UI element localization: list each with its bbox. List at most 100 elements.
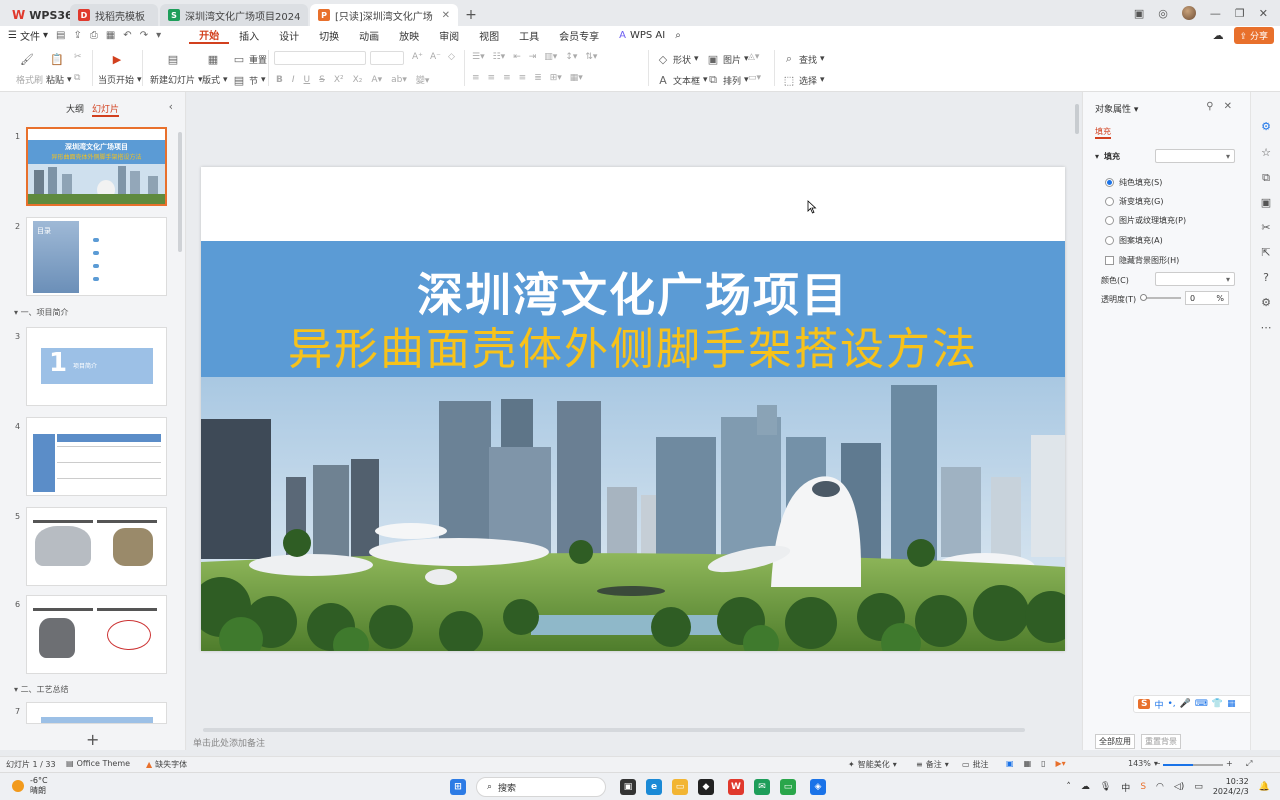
slide-thumbnail-3[interactable]: 1 项目简介 (26, 327, 167, 406)
add-slide-button[interactable]: + (86, 730, 99, 749)
panel-title[interactable]: 对象属性 ▾ (1095, 102, 1138, 115)
canvas-horizontal-scrollbar[interactable] (203, 728, 1025, 732)
pattern-fill-option[interactable]: 图案填充(A) (1105, 235, 1163, 246)
wps365-home-tab[interactable]: W WPS365 (0, 4, 80, 26)
cloud-icon[interactable]: ☁ (1081, 782, 1090, 792)
weather-widget[interactable]: -6°C 晴朗 (12, 776, 48, 796)
properties-icon[interactable]: ⚙ (1259, 120, 1273, 134)
image-icon[interactable]: ▣ (1259, 196, 1273, 210)
ime-chinese-icon[interactable]: 中 (1154, 698, 1163, 711)
font-shrink-icon[interactable]: A⁻ (430, 52, 441, 62)
columns-icon[interactable]: ▥▾ (544, 52, 557, 62)
battery-icon[interactable]: ▭ (1194, 782, 1203, 792)
current-slide[interactable]: 深圳湾文化广场项目 异形曲面壳体外侧脚手架搭设方法 (201, 167, 1065, 651)
outline-color-icon[interactable]: ▭▾ (748, 73, 761, 83)
bullet-list-icon[interactable]: ☰▾ (472, 52, 485, 62)
section-button[interactable]: ▤ 节 ▾ (232, 73, 266, 87)
hide-background-checkbox[interactable]: 隐藏背景图形(H) (1105, 255, 1179, 266)
panel-scrollbar[interactable] (178, 132, 182, 252)
canvas-vertical-scrollbar[interactable] (1075, 104, 1079, 134)
minimize-icon[interactable]: — (1210, 7, 1221, 20)
char-spacing-icon[interactable]: 變▾ (416, 73, 430, 86)
close-icon[interactable]: ✕ (1224, 101, 1232, 112)
fill-type-select[interactable]: ▾ (1155, 149, 1235, 163)
tab-review[interactable]: 审阅 (429, 26, 469, 44)
subscript-icon[interactable]: X₂ (353, 75, 363, 85)
color-picker[interactable]: ▾ (1155, 272, 1235, 286)
print-preview-icon[interactable]: ▦ (106, 30, 115, 41)
section-header[interactable]: ▾ 一、项目简介 (14, 307, 69, 318)
slide-subtitle[interactable]: 异形曲面壳体外侧脚手架搭设方法 (201, 313, 1065, 377)
slide-thumbnail-6[interactable] (26, 595, 167, 674)
slide-thumbnail-2[interactable]: 目录 (26, 217, 167, 296)
play-icon[interactable]: ▶ (110, 52, 124, 66)
copy-icon[interactable]: ⧉ (1259, 171, 1273, 185)
apply-all-button[interactable]: 全部应用 (1095, 734, 1135, 749)
more-icon[interactable]: ⋯ (1259, 321, 1273, 335)
font-name-select[interactable] (274, 51, 366, 65)
save-icon[interactable]: ▤ (56, 30, 65, 41)
tab-member[interactable]: 会员专享 (549, 26, 609, 44)
notification-icon[interactable]: 🔔 (1259, 782, 1270, 792)
tab-slides[interactable]: 幻灯片 (92, 102, 120, 117)
line-spacing-icon[interactable]: ↕▾ (565, 52, 577, 62)
indent-icon[interactable]: ⇥ (529, 52, 537, 62)
zoom-in-icon[interactable]: + (1226, 759, 1233, 768)
text-direction-icon[interactable]: ⇅▾ (585, 52, 597, 62)
export-icon[interactable]: ⇪ (73, 30, 81, 41)
slide-thumbnail-5[interactable] (26, 507, 167, 586)
numbered-list-icon[interactable]: ☷▾ (493, 52, 506, 62)
format-painter-button[interactable]: 🖌 (20, 52, 34, 66)
underline-icon[interactable]: U (304, 75, 311, 85)
wechat-icon[interactable]: ✉ (754, 779, 770, 795)
mic-icon[interactable]: 🎙 (1100, 782, 1111, 792)
new-tab-button[interactable]: + (460, 4, 482, 26)
picture-button[interactable]: ▣ 图片 ▾ (706, 52, 749, 66)
fill-color-icon[interactable]: ◬▾ (748, 52, 759, 62)
clock[interactable]: 10:32 2024/2/3 (1213, 777, 1249, 797)
file-explorer-icon[interactable]: ▭ (672, 779, 688, 795)
tab-insert[interactable]: 插入 (229, 26, 269, 44)
chevron-up-icon[interactable]: ˄ (1066, 782, 1071, 792)
layout-button[interactable]: 版式 ▾ (202, 73, 228, 87)
wifi-icon[interactable]: ◠ (1156, 782, 1164, 792)
print-icon[interactable]: ⎙ (90, 30, 98, 41)
tab-presentation[interactable]: P [只读]深圳湾文化广场项目-... ✕ (310, 4, 458, 26)
play-icon[interactable]: ▶▾ (1056, 759, 1066, 768)
tab-slideshow[interactable]: 放映 (389, 26, 429, 44)
undo-icon[interactable]: ↶ (123, 30, 131, 41)
layout-icon[interactable]: ▦ (206, 52, 220, 66)
chevron-down-icon[interactable]: ▾ (156, 30, 161, 41)
ime-punct-icon[interactable]: •, (1168, 699, 1176, 709)
tab-tools[interactable]: 工具 (509, 26, 549, 44)
transparency-slider[interactable] (1141, 297, 1181, 299)
font-color-icon[interactable]: A▾ (371, 75, 382, 85)
select-button[interactable]: ⬚ 选择 ▾ (782, 73, 825, 87)
pin-icon[interactable]: ⚲ (1206, 101, 1213, 112)
solid-fill-option[interactable]: 纯色填充(S) (1105, 177, 1162, 188)
search-icon[interactable]: ⌕ (675, 30, 681, 41)
outdent-icon[interactable]: ⇤ (513, 52, 521, 62)
restore-icon[interactable]: ❐ (1235, 7, 1245, 20)
tab-view[interactable]: 视图 (469, 26, 509, 44)
new-slide-icon[interactable]: ▤ (166, 52, 180, 66)
normal-view-icon[interactable]: ▣ (1006, 759, 1014, 768)
paste-icon[interactable]: 📋 (50, 52, 64, 66)
reset-background-button[interactable]: 重置背景 (1141, 734, 1181, 749)
wps-taskbar-icon[interactable]: W (728, 779, 744, 795)
close-tab-icon[interactable]: ✕ (442, 10, 450, 21)
redo-icon[interactable]: ↷ (140, 30, 148, 41)
new-slide-button[interactable]: 新建幻灯片 ▾ (150, 73, 203, 87)
align-right-icon[interactable]: ≡ (503, 73, 511, 83)
transparency-slider-handle[interactable] (1140, 294, 1147, 301)
share-button[interactable]: ⇪ 分享 (1233, 26, 1274, 44)
volume-icon[interactable]: ◁) (1174, 782, 1184, 792)
comments-toggle[interactable]: ▭ 批注 (962, 759, 989, 770)
italic-icon[interactable]: I (292, 75, 295, 85)
notes-toggle[interactable]: ≡ 备注 ▾ (916, 759, 949, 770)
picture-fill-option[interactable]: 图片或纹理填充(P) (1105, 215, 1186, 226)
arrange-button[interactable]: ⧉ 排列 ▾ (706, 73, 748, 87)
layout-icon[interactable]: ▣ (1134, 7, 1144, 20)
theme-indicator[interactable]: ▤ Office Theme (66, 759, 130, 768)
fit-window-icon[interactable]: ⤢ (1246, 759, 1252, 769)
